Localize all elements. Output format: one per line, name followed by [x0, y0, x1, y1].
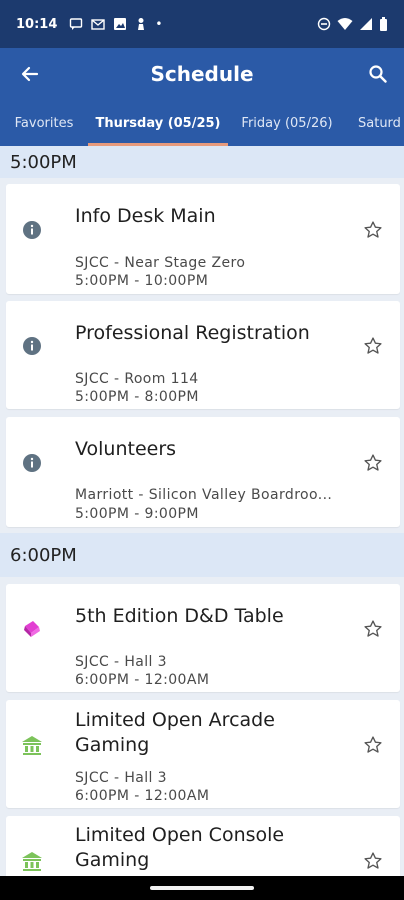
tab-saturday[interactable]: Saturd	[358, 100, 404, 146]
message-icon	[70, 18, 83, 30]
event-name: Limited Open Console Gaming	[75, 824, 285, 871]
favorite-star-icon[interactable]	[362, 335, 384, 357]
time-section-header: 5:00PM	[0, 146, 404, 178]
tab-favorites[interactable]: Favorites	[4, 100, 84, 146]
home-gesture-handle[interactable]	[150, 886, 254, 890]
dice-icon	[20, 617, 44, 641]
event-name: Limited Open Arcade Gaming	[75, 709, 275, 756]
dot-icon: •	[155, 17, 163, 31]
system-icons	[317, 17, 388, 31]
event-name: 5th Edition D&D Table	[75, 605, 284, 627]
info-icon	[20, 218, 44, 242]
signal-icon	[360, 18, 372, 30]
favorite-star-icon[interactable]	[362, 219, 384, 241]
wifi-icon	[337, 18, 353, 30]
event-location: SJCC - Hall 3	[75, 770, 167, 786]
photo-icon	[114, 18, 127, 30]
gmail-icon	[91, 19, 106, 30]
event-location: SJCC - Hall 3	[75, 654, 167, 670]
search-button[interactable]	[364, 60, 392, 88]
arcade-icon	[20, 849, 44, 873]
battery-icon	[380, 17, 387, 31]
event-card[interactable]: Info Desk Main SJCC - Near Stage Zero 5:…	[6, 184, 400, 294]
event-card[interactable]: Professional Registration SJCC - Room 11…	[6, 301, 400, 409]
favorite-star-icon[interactable]	[362, 452, 384, 474]
event-location: Marriott - Silicon Valley Boardroo...	[75, 487, 333, 503]
app-bar: Schedule	[0, 48, 404, 100]
search-icon	[369, 65, 387, 83]
schedule-list: 5:00PM Info Desk Main SJCC - Near Stage …	[0, 146, 404, 876]
status-time: 10:14	[16, 16, 58, 32]
event-name: Professional Registration	[75, 322, 310, 344]
status-bar: 10:14 •	[0, 0, 404, 48]
day-tabs: Favorites Thursday (05/25) Friday (05/26…	[0, 100, 404, 146]
dnd-icon	[317, 17, 331, 31]
event-card[interactable]: Limited Open Arcade Gaming SJCC - Hall 3…	[6, 700, 400, 808]
page-title: Schedule	[150, 62, 254, 86]
tab-thursday[interactable]: Thursday (05/25)	[88, 100, 228, 146]
pawn-icon	[138, 18, 145, 30]
event-time: 6:00PM - 12:00AM	[75, 672, 210, 688]
event-card[interactable]: Limited Open Console Gaming	[6, 816, 400, 876]
event-name: Info Desk Main	[75, 205, 216, 227]
favorite-star-icon[interactable]	[362, 618, 384, 640]
system-nav-bar	[0, 876, 404, 900]
tab-friday[interactable]: Friday (05/26)	[232, 100, 342, 146]
event-location: SJCC - Near Stage Zero	[75, 255, 246, 271]
info-icon	[20, 451, 44, 475]
event-time: 5:00PM - 10:00PM	[75, 273, 209, 289]
event-time: 5:00PM - 9:00PM	[75, 506, 199, 522]
favorite-star-icon[interactable]	[362, 734, 384, 756]
arcade-icon	[20, 733, 44, 757]
event-card[interactable]: 5th Edition D&D Table SJCC - Hall 3 6:00…	[6, 584, 400, 692]
time-section-header: 6:00PM	[0, 533, 404, 577]
event-name: Volunteers	[75, 438, 177, 460]
info-icon	[20, 334, 44, 358]
notification-icons: •	[69, 17, 162, 31]
event-time: 5:00PM - 8:00PM	[75, 389, 199, 405]
back-button[interactable]	[16, 60, 44, 88]
event-location: SJCC - Room 114	[75, 371, 199, 387]
event-card[interactable]: Volunteers Marriott - Silicon Valley Boa…	[6, 417, 400, 527]
event-time: 6:00PM - 12:00AM	[75, 788, 210, 804]
arrow-back-icon	[21, 66, 39, 82]
favorite-star-icon[interactable]	[362, 850, 384, 872]
